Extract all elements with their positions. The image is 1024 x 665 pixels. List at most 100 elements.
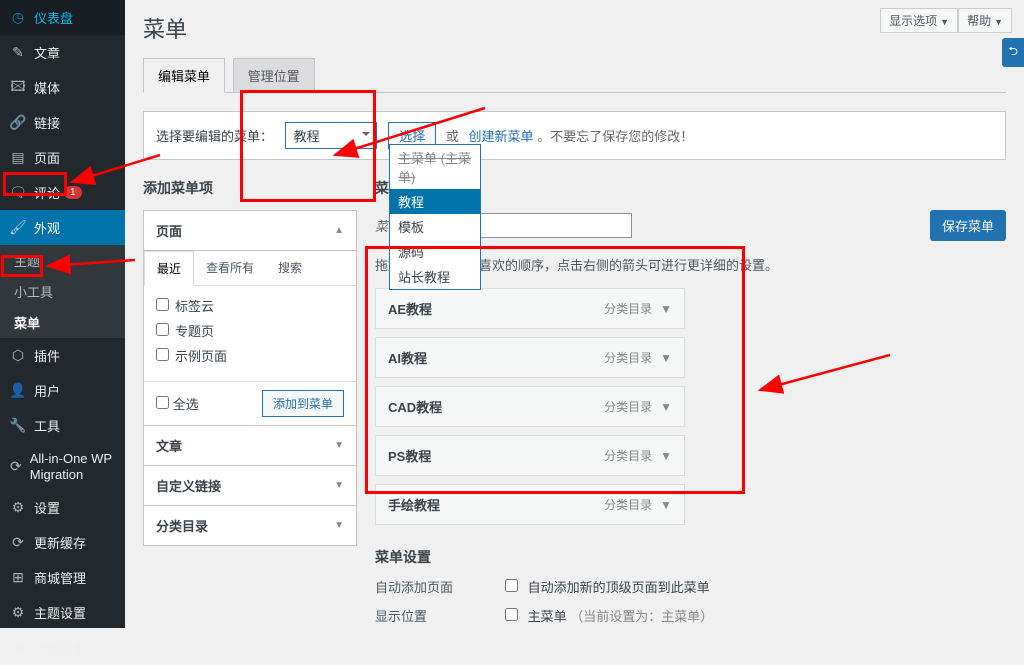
sidebar-mall[interactable]: ⊞商城管理: [0, 560, 125, 595]
menu-item-card[interactable]: PS教程 分类目录 ▼: [375, 435, 685, 476]
menu-settings: 菜单设置 自动添加页面 自动添加新的顶级页面到此菜单 显示位置 主菜单 （当前设…: [375, 547, 1006, 628]
sidebar-update[interactable]: ⟳更新缓存: [0, 525, 125, 560]
tab-all[interactable]: 查看所有: [194, 251, 266, 285]
select-all-checkbox[interactable]: [156, 396, 169, 409]
page-item-1[interactable]: 专题页: [156, 321, 344, 340]
tab-locations[interactable]: 管理位置: [233, 58, 315, 92]
menu-item-label: 手绘教程: [388, 495, 440, 514]
help-button[interactable]: 帮助▼: [958, 8, 1012, 33]
tab-recent[interactable]: 最近: [144, 251, 194, 286]
sidebar-aio[interactable]: ⟳All-in-One WP Migration: [0, 443, 125, 490]
sidebar-themeopt[interactable]: ⚙主题设置: [0, 595, 125, 630]
sidebar-plugins[interactable]: ⬡插件: [0, 338, 125, 373]
add-to-menu-button[interactable]: 添加到菜单: [262, 390, 344, 417]
submenu-widgets[interactable]: 小工具: [0, 276, 125, 307]
migrate-icon: ⟳: [10, 459, 22, 475]
menu-item-card[interactable]: AI教程 分类目录 ▼: [375, 337, 685, 378]
menu-items-list: AE教程分类目录 ▼AI教程分类目录 ▼CAD教程分类目录 ▼PS教程分类目录 …: [375, 288, 1006, 525]
chevron-down-icon[interactable]: ▼: [660, 302, 672, 316]
select-label: 选择要编辑的菜单：: [156, 129, 273, 144]
chevron-down-icon[interactable]: ▼: [660, 449, 672, 463]
save-menu-button-top[interactable]: 保存菜单: [930, 210, 1006, 241]
menu-item-card[interactable]: AE教程分类目录 ▼: [375, 288, 685, 329]
mall-icon: ⊞: [10, 570, 26, 586]
menu-item-label: AE教程: [388, 299, 432, 318]
tab-edit[interactable]: 编辑菜单: [143, 58, 225, 93]
create-menu-link[interactable]: 创建新菜单: [469, 129, 534, 144]
add-items-title: 添加菜单项: [143, 178, 357, 198]
auto-add-checkbox[interactable]: [505, 579, 518, 592]
chevron-down-icon[interactable]: ▼: [660, 498, 672, 512]
pages-inner-tabs: 最近 查看所有 搜索: [144, 251, 356, 286]
sidebar-comments[interactable]: 🗨评论1: [0, 175, 125, 210]
sidebar-collapse[interactable]: ◀收起菜单: [0, 630, 125, 665]
settings-title: 菜单设置: [375, 547, 1006, 567]
dropdown-item-2[interactable]: 模板: [390, 214, 480, 239]
page-icon: ▤: [10, 150, 26, 166]
page-checkbox-0[interactable]: [156, 298, 169, 311]
comment-badge: 1: [64, 186, 82, 199]
pages-footer: 全选 添加到菜单: [144, 381, 356, 425]
sidebar-pages[interactable]: ▤页面: [0, 140, 125, 175]
chevron-down-icon: ▼: [334, 520, 344, 531]
menu-item-card[interactable]: 手绘教程分类目录 ▼: [375, 484, 685, 525]
save-note: 。不要忘了保存您的修改！: [537, 129, 693, 144]
chevron-down-icon[interactable]: ▼: [660, 400, 672, 414]
menu-item-label: CAD教程: [388, 397, 442, 416]
screen-options-button[interactable]: 显示选项▼: [880, 8, 958, 33]
menu-item-meta: 分类目录 ▼: [604, 349, 672, 366]
page-item-2[interactable]: 示例页面: [156, 346, 344, 365]
sidebar-users[interactable]: 👤用户: [0, 373, 125, 408]
page-checkbox-2[interactable]: [156, 348, 169, 361]
brush-icon: 🖌: [10, 220, 26, 236]
sidebar-settings[interactable]: ⚙设置: [0, 490, 125, 525]
auto-add-option[interactable]: 自动添加新的顶级页面到此菜单: [505, 577, 710, 596]
settings-icon: ⚙: [10, 500, 26, 516]
display-option[interactable]: 主菜单 （当前设置为：主菜单）: [505, 606, 713, 625]
menu-dropdown-list: 主菜单 (主菜单) 教程 模板 源码 站长教程: [389, 144, 481, 290]
menu-item-card[interactable]: CAD教程分类目录 ▼: [375, 386, 685, 427]
sidebar-dashboard[interactable]: ◷仪表盘: [0, 0, 125, 35]
select-all[interactable]: 全选: [156, 394, 199, 413]
menu-item-label: PS教程: [388, 446, 431, 465]
sidebar-links[interactable]: 🔗链接: [0, 105, 125, 140]
sidebar-posts[interactable]: ✎文章: [0, 35, 125, 70]
dashboard-icon: ◷: [10, 10, 26, 26]
pin-icon: ✎: [10, 45, 26, 61]
page-checkbox-1[interactable]: [156, 323, 169, 336]
dropdown-item-0[interactable]: 主菜单 (主菜单): [390, 145, 480, 189]
menu-dropdown[interactable]: 教程: [285, 122, 377, 149]
screen-toggles: 显示选项▼ 帮助▼: [880, 8, 1012, 33]
chevron-down-icon: ▼: [940, 17, 949, 27]
submenu-themes[interactable]: 主题: [0, 245, 125, 276]
page-item-0[interactable]: 标签云: [156, 296, 344, 315]
posts-panel: 文章▼: [143, 425, 357, 466]
dropdown-item-3[interactable]: 源码: [390, 239, 480, 264]
pages-panel-header[interactable]: 页面▲: [144, 211, 356, 251]
dropdown-item-4[interactable]: 站长教程: [390, 264, 480, 289]
collapse-icon: ◀: [10, 640, 26, 656]
posts-panel-header[interactable]: 文章▼: [144, 426, 356, 465]
links-panel: 自定义链接▼: [143, 465, 357, 506]
comment-icon: 🗨: [10, 185, 26, 201]
sidebar-media[interactable]: 🖾媒体: [0, 70, 125, 105]
menu-item-label: AI教程: [388, 348, 427, 367]
tab-search[interactable]: 搜索: [266, 251, 314, 285]
menu-item-meta: 分类目录 ▼: [604, 447, 672, 464]
plugin-icon: ⬡: [10, 348, 26, 364]
sidebar-tools[interactable]: 🔧工具: [0, 408, 125, 443]
chevron-up-icon: ▲: [334, 225, 344, 236]
links-panel-header[interactable]: 自定义链接▼: [144, 466, 356, 505]
chevron-down-icon: ▼: [994, 17, 1003, 27]
dropdown-item-1[interactable]: 教程: [390, 189, 480, 214]
categories-panel-header[interactable]: 分类目录▼: [144, 506, 356, 545]
menu-select-bar: 选择要编辑的菜单： 教程 选择 或 创建新菜单 。不要忘了保存您的修改！ 主菜单…: [143, 111, 1006, 160]
sidebar-appearance[interactable]: 🖌外观: [0, 210, 125, 245]
pages-list: 标签云 专题页 示例页面: [144, 286, 356, 381]
feedback-tab[interactable]: ⮌: [1002, 38, 1024, 67]
chevron-down-icon[interactable]: ▼: [660, 351, 672, 365]
admin-sidebar: ◷仪表盘 ✎文章 🖾媒体 🔗链接 ▤页面 🗨评论1 🖌外观 主题 小工具 菜单 …: [0, 0, 125, 628]
display-checkbox[interactable]: [505, 608, 518, 621]
tool-icon: 🔧: [10, 418, 26, 434]
submenu-menus[interactable]: 菜单: [0, 307, 125, 338]
